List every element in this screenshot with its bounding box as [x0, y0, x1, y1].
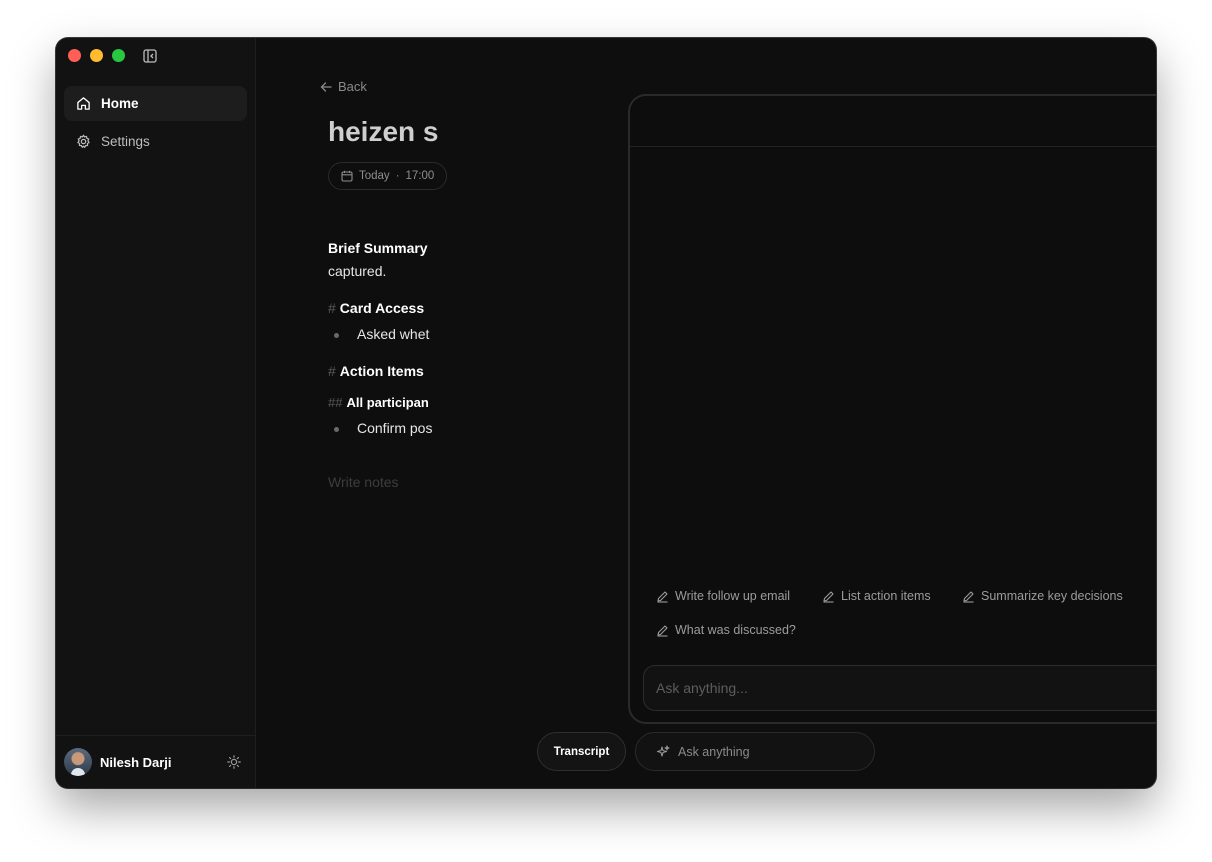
- suggestion-label: List action items: [841, 589, 931, 603]
- summary-line: Brief Summary: [328, 240, 428, 256]
- date-badge[interactable]: Today · 17:00: [328, 162, 448, 190]
- chat-input-box: [643, 665, 1156, 711]
- sparkle-icon: [656, 744, 670, 757]
- sidebar-item-settings[interactable]: Settings: [64, 124, 247, 159]
- chat-panel: Write follow up email List action items …: [628, 94, 1156, 724]
- chat-header: [630, 96, 1156, 147]
- suggestion-chip[interactable]: Write follow up email: [656, 589, 790, 603]
- maximize-window-button[interactable]: [112, 49, 125, 62]
- pencil-icon: [657, 624, 668, 637]
- notes-editor[interactable]: Write notes: [328, 474, 399, 490]
- date-label: Today: [359, 170, 390, 182]
- summary-line-2: captured.: [328, 263, 387, 279]
- suggestion-chip[interactable]: List action items: [822, 589, 931, 603]
- suggestion-label: What was discussed?: [675, 623, 796, 637]
- suggestion-label: Write follow up email: [675, 589, 791, 603]
- list-item: Confirm pos: [334, 420, 432, 436]
- calendar-icon: [341, 170, 353, 182]
- section-heading-card-access: # Card Access: [328, 300, 425, 316]
- gear-icon: [77, 134, 90, 149]
- sun-icon[interactable]: [227, 755, 241, 769]
- back-label: Back: [338, 79, 367, 94]
- time-label: 17:00: [405, 170, 435, 182]
- ask-anything-label: Ask anything: [678, 744, 750, 759]
- avatar: [64, 748, 92, 776]
- suggestion-label: Summarize key decisions: [981, 589, 1123, 603]
- suggestion-chip[interactable]: What was discussed?: [656, 623, 796, 637]
- app-window: Home Settings Nilesh Darji Back heizen s…: [56, 38, 1156, 788]
- pencil-icon: [823, 590, 834, 603]
- main-content: Back heizen s Today · 17:00 Brief Summar…: [256, 38, 1156, 788]
- sidebar: Home Settings Nilesh Darji: [56, 38, 256, 788]
- window-controls: [68, 49, 125, 62]
- section-heading-action-items: # Action Items: [328, 363, 424, 379]
- close-window-button[interactable]: [68, 49, 81, 62]
- page-title[interactable]: heizen s: [328, 116, 438, 148]
- sidebar-toggle-icon[interactable]: [143, 49, 157, 63]
- ask-anything-button[interactable]: Ask anything: [635, 732, 875, 771]
- arrow-left-icon: [320, 81, 332, 92]
- user-name: Nilesh Darji: [100, 754, 172, 770]
- sidebar-item-home[interactable]: Home: [64, 86, 247, 121]
- chat-input[interactable]: [656, 666, 1156, 710]
- separator-dot: ·: [395, 170, 400, 182]
- suggestion-chip[interactable]: Summarize key decisions: [962, 589, 1123, 603]
- subsection-heading: ## All participan: [328, 395, 429, 410]
- sidebar-item-label: Settings: [101, 134, 150, 149]
- transcript-button[interactable]: Transcript: [537, 732, 626, 771]
- sidebar-item-label: Home: [101, 96, 139, 111]
- user-profile[interactable]: Nilesh Darji: [56, 735, 256, 788]
- pencil-icon: [963, 590, 974, 603]
- pencil-icon: [657, 590, 668, 603]
- summary-heading: Brief Summary: [328, 240, 428, 256]
- back-link[interactable]: Back: [320, 79, 367, 94]
- minimize-window-button[interactable]: [90, 49, 103, 62]
- home-icon: [77, 97, 90, 110]
- list-item: Asked whet: [334, 326, 429, 342]
